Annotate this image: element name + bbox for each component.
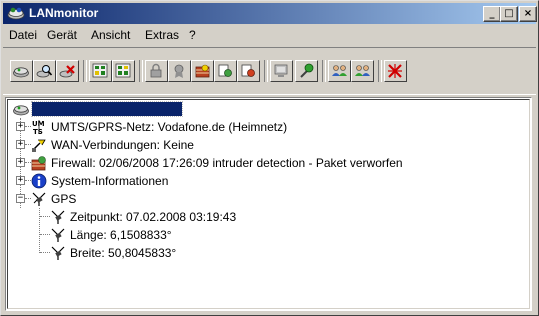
firewall-icon[interactable] <box>191 60 214 82</box>
gps-longitude-label: Länge: 6,1508833° <box>70 228 172 242</box>
tree-root-node[interactable] <box>10 100 210 118</box>
tree-item-label: Firewall: 02/06/2008 17:26:09 intruder d… <box>51 156 403 170</box>
firewall-icon <box>31 156 46 171</box>
trace2-icon[interactable] <box>112 60 135 82</box>
expand-toggle[interactable]: + <box>16 122 25 131</box>
monitor-icon[interactable] <box>270 60 293 82</box>
tree-item-wan[interactable]: WAN-Verbindungen: Keine <box>31 136 511 154</box>
window-title: LANmonitor <box>29 6 99 20</box>
toolbar-separator <box>322 60 326 82</box>
trace-icon[interactable] <box>89 60 112 82</box>
disconnect-icon[interactable] <box>384 60 407 82</box>
expand-toggle[interactable]: + <box>16 176 25 185</box>
users-icon[interactable] <box>328 60 351 82</box>
toolbar-separator <box>264 60 268 82</box>
tree-line <box>40 252 50 254</box>
gps-latitude-label: Breite: 50,8045833° <box>70 246 177 260</box>
wan-icon <box>32 139 46 152</box>
delete-icon[interactable] <box>56 60 79 82</box>
vpn-icon[interactable] <box>214 60 237 82</box>
menu-ansicht[interactable]: Ansicht <box>91 28 130 42</box>
title-bar[interactable]: LANmonitor _ □ × <box>3 3 537 24</box>
gps-longitude[interactable]: Länge: 6,1508833° <box>50 226 510 244</box>
certificate-icon[interactable] <box>168 60 191 82</box>
lanmonitor-app-icon <box>7 7 25 20</box>
tree-item-umts[interactable]: UM TS UMTS/GPRS-Netz: Vodafone.de (Heimn… <box>31 118 511 136</box>
gps-latitude[interactable]: Breite: 50,8045833° <box>50 244 510 262</box>
menu-geraet[interactable]: Gerät <box>47 28 77 42</box>
tree-item-gps[interactable]: GPS <box>31 190 511 208</box>
device-icon <box>13 105 29 116</box>
gps-icon <box>51 228 65 242</box>
gps-icon <box>51 210 65 224</box>
tree-root-selection <box>31 101 183 117</box>
tree-item-label: UMTS/GPRS-Netz: Vodafone.de (Heimnetz) <box>51 120 288 134</box>
lock-icon[interactable] <box>145 60 168 82</box>
gps-time-label: Zeitpunkt: 07.02.2008 03:19:43 <box>70 210 237 224</box>
gps-icon <box>51 246 65 260</box>
maximize-button[interactable]: □ <box>500 6 518 22</box>
tree-item-firewall[interactable]: Firewall: 02/06/2008 17:26:09 intruder d… <box>31 154 531 172</box>
svg-text:UM: UM <box>32 120 45 128</box>
gps-icon <box>32 192 46 206</box>
search-device-icon[interactable] <box>33 60 56 82</box>
tree-line <box>40 234 50 236</box>
tree-item-system-info[interactable]: System-Informationen <box>31 172 511 190</box>
svg-text:TS: TS <box>33 128 43 135</box>
tree-item-label: WAN-Verbindungen: Keine <box>51 138 194 152</box>
users2-icon[interactable] <box>351 60 374 82</box>
menu-help[interactable]: ? <box>189 28 196 42</box>
expand-toggle[interactable]: + <box>16 158 25 167</box>
config-icon[interactable] <box>295 60 318 82</box>
tree-line <box>39 208 41 253</box>
device-tree[interactable]: + UM TS UMTS/GPRS-Netz: Vodafone.de (Hei… <box>5 97 532 311</box>
toolbar-separator <box>83 60 87 82</box>
vpn2-icon[interactable] <box>237 60 260 82</box>
app-window: LANmonitor _ □ × Datei Gerät Ansicht Ext… <box>0 0 539 316</box>
info-icon <box>31 173 47 189</box>
device-tree-inner: + UM TS UMTS/GPRS-Netz: Vodafone.de (Hei… <box>7 99 530 309</box>
tree-line <box>40 216 50 218</box>
minimize-button[interactable]: _ <box>483 6 501 22</box>
toolbar-separator <box>378 60 382 82</box>
collapse-toggle[interactable]: − <box>16 194 25 203</box>
toolbar <box>3 47 536 95</box>
menu-extras[interactable]: Extras <box>145 28 179 42</box>
close-button[interactable]: × <box>519 6 537 22</box>
toolbar-separator <box>139 60 143 82</box>
device-icon[interactable] <box>10 60 33 82</box>
expand-toggle[interactable]: + <box>16 140 25 149</box>
umts-icon: UM TS <box>32 120 45 135</box>
tree-item-label: System-Informationen <box>51 174 169 188</box>
gps-time[interactable]: Zeitpunkt: 07.02.2008 03:19:43 <box>50 208 510 226</box>
tree-item-label: GPS <box>51 192 77 206</box>
menu-datei[interactable]: Datei <box>9 28 37 42</box>
menu-bar: Datei Gerät Ansicht Extras ? <box>3 26 536 45</box>
